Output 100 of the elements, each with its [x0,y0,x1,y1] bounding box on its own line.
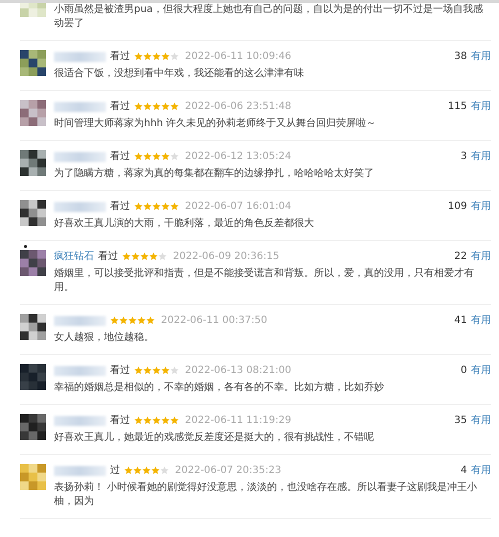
watched-status: 看过 [110,50,130,63]
comment-text: 时间管理大师蒋家为hhh 许久未见的孙莉老师终于又从舞台回归荧屏啦～ [54,117,378,131]
star-icon [170,152,179,161]
comment-text: 幸福的婚姻总是相似的，不幸的婚姻，各有各的不幸。比如方糖，比如乔妙 [54,381,385,395]
star-icon [152,416,161,425]
vote-count: 115 [448,100,467,113]
redacted-name [54,52,106,62]
star-icon [142,466,151,475]
vote-count: 41 [454,314,467,327]
comment-text: 好喜欢王真儿，她最近的戏感觉反差度还是挺大的，很有挑战性，不错呢 [54,431,375,445]
star-icon [152,366,161,375]
useful-link[interactable]: 有用 [471,150,491,163]
star-icon [143,52,152,61]
star-icon [158,252,167,261]
comment-text: 婚姻里，可以接受批评和指责，但是不能接受谎言和背叛。所以，爱，真的没用，只有相爱才有用。 [54,267,475,295]
useful-link[interactable]: 有用 [471,364,491,377]
star-icon [170,202,179,211]
vote-count: 4 [460,464,467,477]
star-icon [134,152,143,161]
watched-status: 看过 [110,414,130,427]
review-time: 2022-06-09 20:36:15 [173,250,280,263]
watched-status: 看过 [110,364,130,377]
watched-status: 看过 [110,100,130,113]
comment-text: 表扬孙莉！ 小时候看她的剧觉得好没意思，淡淡的，也没啥存在感。所以看妻子这剧我是冲王小柚，因为 [54,481,478,509]
review-time: 2022-06-11 00:37:50 [161,314,268,327]
star-icon [134,102,143,111]
watched-status: 看过 [110,200,130,213]
redacted-name [54,316,106,326]
useful-link[interactable]: 有用 [471,200,491,213]
vote-count: 35 [454,414,467,427]
star-icon [143,152,152,161]
star-icon [131,252,140,261]
star-icon [161,102,170,111]
comment-text: 为了隐瞒方糖，蒋家为真的每集都在翻车的边缘挣扎，哈哈哈哈太好笑了 [54,167,375,181]
useful-link[interactable]: 有用 [471,250,491,263]
star-icon [152,102,161,111]
vote-count: 0 [460,364,467,377]
review-time: 2022-06-12 13:05:24 [185,150,292,163]
useful-link[interactable]: 有用 [471,100,491,113]
vote-count: 3 [460,150,467,163]
star-icon [170,366,179,375]
watched-status: 看过 [110,150,130,163]
watched-status: 看过 [98,250,118,263]
star-icon [152,152,161,161]
star-icon [143,416,152,425]
useful-link[interactable]: 有用 [471,50,491,63]
useful-link[interactable]: 有用 [471,314,491,327]
star-icon [110,316,119,325]
comment-text: 很适合下饭，没想到看中年戏，我还能看的这么津津有味 [54,67,305,81]
star-icon [161,52,170,61]
star-icon [160,466,169,475]
star-icon [137,316,146,325]
review-time: 2022-06-06 23:51:48 [185,100,292,113]
star-icon [143,102,152,111]
star-icon [146,316,155,325]
star-icon [161,366,170,375]
star-icon [122,252,131,261]
review-time: 2022-06-11 11:19:29 [185,414,292,427]
star-icon [143,202,152,211]
star-icon [152,202,161,211]
vote-count: 109 [448,200,467,213]
star-icon [134,52,143,61]
star-icon [128,316,137,325]
star-icon [170,52,179,61]
redacted-name [54,202,106,212]
vote-count: 38 [454,50,467,63]
star-icon [134,202,143,211]
redacted-name [54,416,106,426]
star-icon [134,416,143,425]
comment-text: 好喜欢王真儿演的大雨，干脆利落，最近的角色反差都很大 [54,217,315,231]
star-icon [161,152,170,161]
review-time: 2022-06-13 08:21:00 [185,364,292,377]
star-icon [140,252,149,261]
star-icon [152,52,161,61]
redacted-name [54,466,106,476]
review-time: 2022-06-11 10:09:46 [185,50,292,63]
star-icon [149,252,158,261]
star-icon [124,466,133,475]
dot-mark [24,245,27,248]
star-icon [161,416,170,425]
comment-text: 小雨虽然是被渣男pua，但很大程度上她也有自己的问题，自以为是的付出一切不过是一场自我感动罢了 [54,3,484,31]
star-icon [143,366,152,375]
star-icon [170,416,179,425]
review-time: 2022-06-07 20:35:23 [175,464,282,477]
watched-status: 过 [110,464,120,477]
star-icon [133,466,142,475]
star-icon [170,102,179,111]
vote-count: 22 [454,250,467,263]
redacted-name [54,152,106,162]
useful-link[interactable]: 有用 [471,414,491,427]
star-icon [119,316,128,325]
useful-link[interactable]: 有用 [471,464,491,477]
star-icon [134,366,143,375]
username[interactable]: 疯狂钻石 [54,250,94,263]
comment-text: 女人越狠，地位越稳。 [54,331,155,345]
review-time: 2022-06-07 16:01:04 [185,200,292,213]
star-icon [161,202,170,211]
star-icon [151,466,160,475]
redacted-name [54,102,106,112]
redacted-name [54,366,106,376]
